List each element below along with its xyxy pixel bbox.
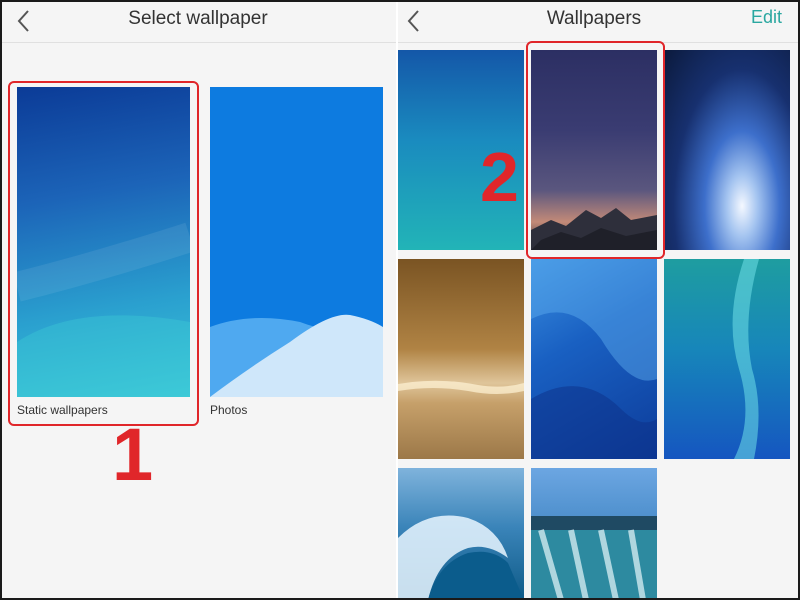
- wave-graphic: [17, 222, 190, 397]
- page-title: Select wallpaper: [128, 8, 268, 29]
- static-wallpapers-label[interactable]: Static wallpapers: [17, 403, 108, 417]
- wallpaper-thumbnail[interactable]: [664, 259, 790, 459]
- photos-thumbnail[interactable]: [210, 87, 383, 397]
- dune-graphic: [398, 380, 524, 394]
- select-wallpaper-screen: Select wallpaper Static wallpapers Photo…: [0, 0, 396, 600]
- wallpaper-thumbnail[interactable]: [531, 468, 657, 600]
- edit-button[interactable]: Edit: [751, 7, 782, 28]
- hills-graphic: [210, 314, 383, 397]
- wallpapers-screen: Wallpapers Edit 2: [398, 0, 800, 600]
- wallpaper-thumbnail[interactable]: [664, 50, 790, 250]
- wave-graphic: [531, 259, 657, 459]
- swirl-graphic: [732, 259, 759, 459]
- page-title: Wallpapers: [546, 8, 642, 29]
- waterfall-graphic: [531, 516, 657, 600]
- static-wallpapers-thumbnail[interactable]: [17, 87, 190, 397]
- wallpaper-thumbnail[interactable]: [531, 259, 657, 459]
- wallpaper-thumbnail[interactable]: [398, 468, 524, 600]
- wallpaper-thumbnail[interactable]: [531, 50, 657, 250]
- step-number-1: 1: [112, 413, 154, 496]
- wallpaper-thumbnail[interactable]: [398, 259, 524, 459]
- mountain-graphic: [531, 208, 657, 250]
- step-number-2: 2: [480, 138, 519, 216]
- header-bar: Select wallpaper: [0, 0, 396, 43]
- ocean-wave-graphic: [398, 515, 524, 600]
- photos-label[interactable]: Photos: [210, 403, 247, 417]
- header-bar: Wallpapers Edit: [398, 0, 800, 43]
